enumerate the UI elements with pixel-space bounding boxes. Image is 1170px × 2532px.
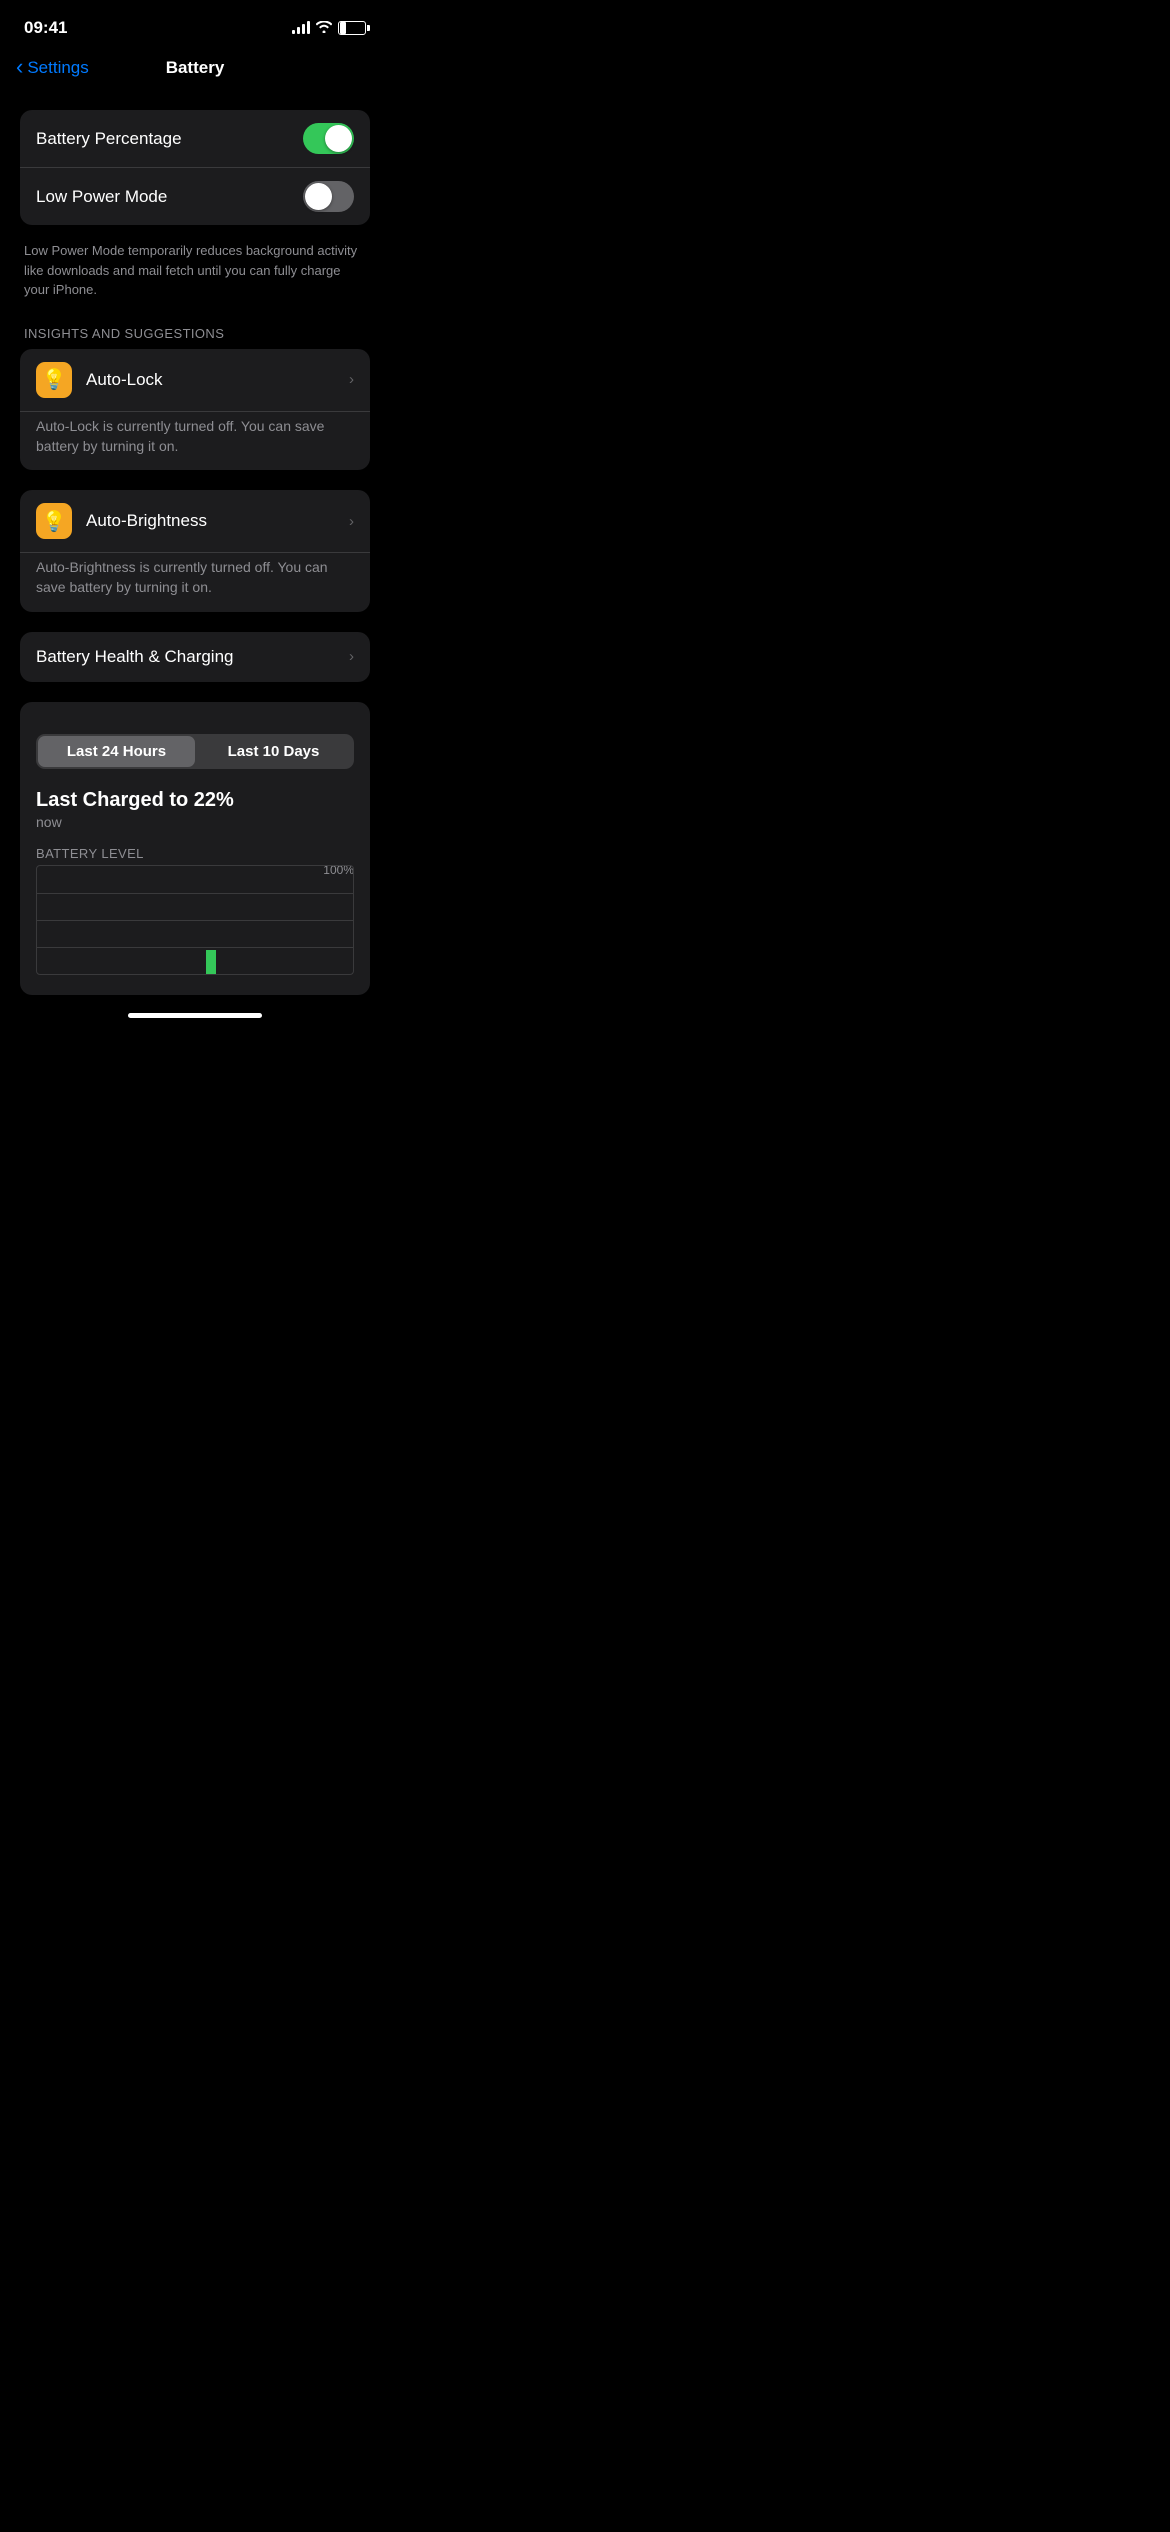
auto-brightness-icon: 💡 [36,503,72,539]
auto-brightness-card[interactable]: 💡 Auto-Brightness › Auto-Brightness is c… [20,490,370,612]
home-indicator [0,1003,390,1026]
period-10d-button[interactable]: Last 10 Days [195,736,352,767]
battery-icon: 22 [338,21,366,35]
toggle-knob [325,125,352,152]
auto-lock-card[interactable]: 💡 Auto-Lock › Auto-Lock is currently tur… [20,349,370,471]
battery-health-row[interactable]: Battery Health & Charging › [20,632,370,682]
back-button[interactable]: ‹ Settings [16,58,89,78]
low-power-mode-label: Low Power Mode [36,187,167,207]
signal-icon [292,22,310,34]
battery-level-label: BATTERY LEVEL [36,846,354,861]
page-title: Battery [166,58,225,78]
last-charged-sub: now [36,814,354,830]
battery-percentage-label: Battery Percentage [36,129,182,149]
grid-line-25 [37,947,353,948]
main-content: Battery Percentage Low Power Mode Low Po… [0,110,390,995]
low-power-note: Low Power Mode temporarily reduces backg… [20,233,370,320]
grid-line-50 [37,920,353,921]
auto-lock-chevron-icon: › [349,371,354,388]
period-picker[interactable]: Last 24 Hours Last 10 Days [36,734,354,769]
back-label: Settings [27,58,88,78]
wifi-icon [316,21,332,36]
auto-lock-row[interactable]: 💡 Auto-Lock › [20,349,370,411]
low-power-mode-row: Low Power Mode [20,167,370,225]
low-power-mode-toggle[interactable] [303,181,354,212]
nav-bar: ‹ Settings Battery [0,50,390,94]
auto-brightness-row[interactable]: 💡 Auto-Brightness › [20,490,370,552]
battery-percentage-row: Battery Percentage [20,110,370,167]
battery-bar [206,950,216,974]
chart-area [36,865,354,975]
status-time: 09:41 [24,18,67,38]
battery-health-card[interactable]: Battery Health & Charging › [20,632,370,682]
back-chevron-icon: ‹ [16,56,23,78]
battery-health-label: Battery Health & Charging [36,647,234,667]
auto-brightness-chevron-icon: › [349,513,354,530]
battery-health-chevron-icon: › [349,648,354,665]
chart-card: Last 24 Hours Last 10 Days Last Charged … [20,702,370,995]
battery-chart: 100% [36,865,354,975]
auto-lock-icon: 💡 [36,362,72,398]
last-charged-title: Last Charged to 22% [36,789,354,812]
battery-percentage-toggle[interactable] [303,123,354,154]
insights-section-header: INSIGHTS AND SUGGESTIONS [20,320,370,349]
status-icons: 22 [292,21,366,36]
auto-brightness-description: Auto-Brightness is currently turned off.… [20,552,370,612]
battery-toggles-card: Battery Percentage Low Power Mode [20,110,370,225]
home-bar [128,1013,262,1018]
auto-lock-label: Auto-Lock [86,370,335,390]
toggle-knob-2 [305,183,332,210]
auto-brightness-label: Auto-Brightness [86,511,335,531]
auto-lock-description: Auto-Lock is currently turned off. You c… [20,411,370,471]
period-24h-button[interactable]: Last 24 Hours [38,736,195,767]
grid-line-75 [37,893,353,894]
status-bar: 09:41 22 [0,0,390,50]
